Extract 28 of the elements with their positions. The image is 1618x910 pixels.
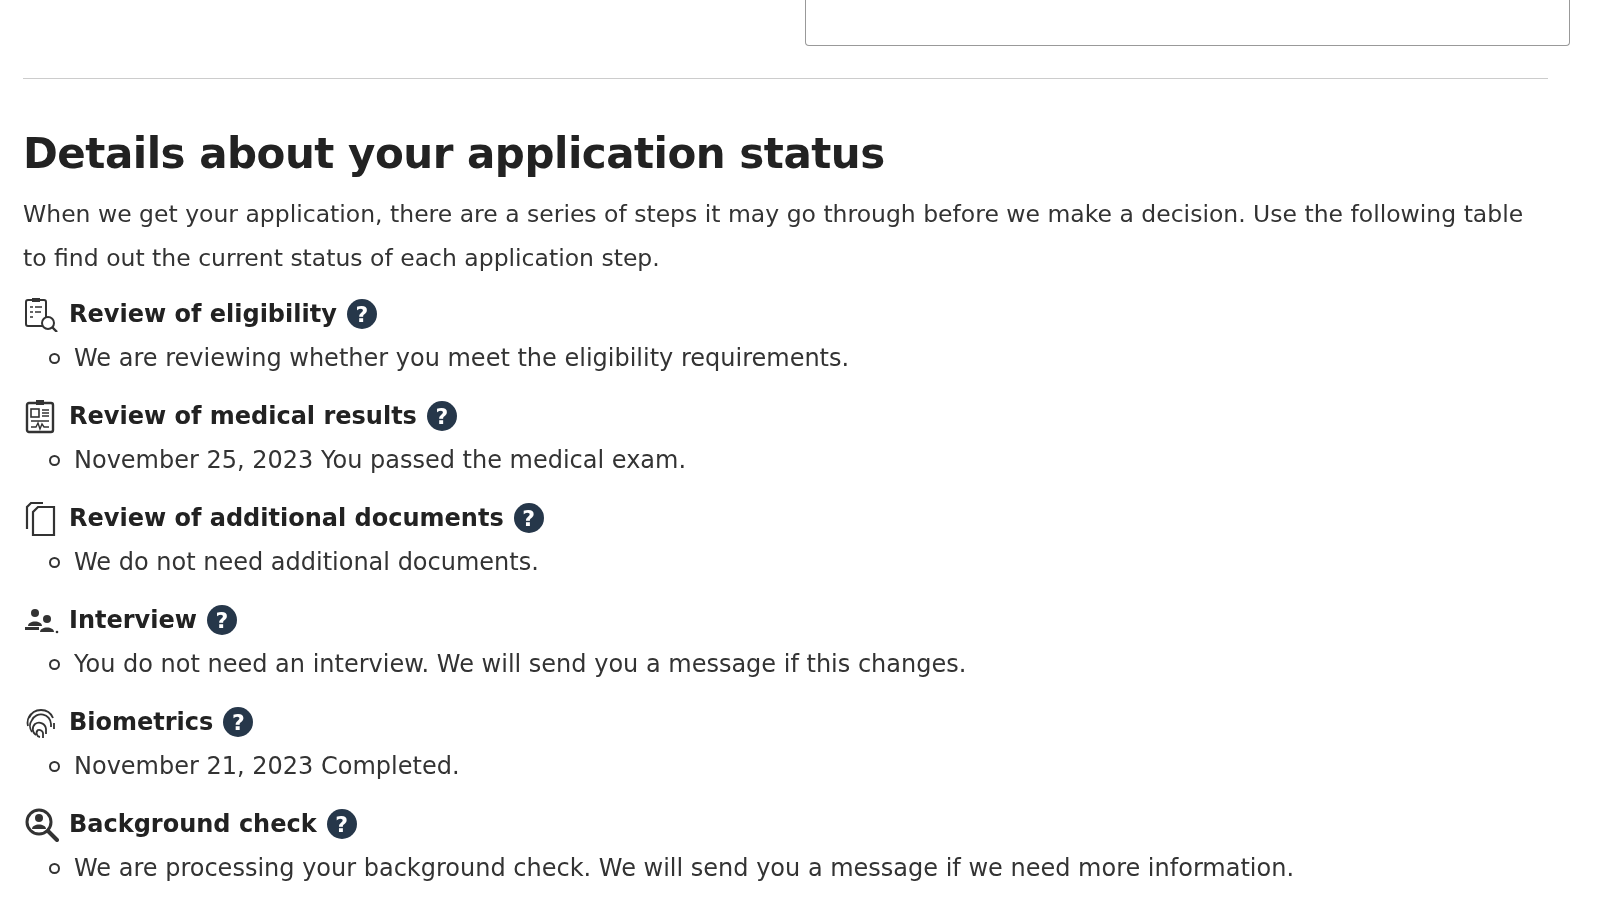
step-detail: We are reviewing whether you meet the eligibility requirements. xyxy=(74,343,850,374)
eligibility-icon xyxy=(23,296,59,332)
help-icon[interactable]: ? xyxy=(206,605,237,635)
step-title: Review of eligibility xyxy=(69,300,337,328)
step-detail: We do not need additional documents. xyxy=(74,547,539,578)
step-title: Interview xyxy=(69,606,197,634)
step-title: Review of medical results xyxy=(69,402,417,430)
help-icon[interactable]: ? xyxy=(513,503,544,533)
background-icon xyxy=(23,806,59,842)
step-detail: You do not need an interview. We will send you a message if this changes. xyxy=(74,649,967,680)
bullet-icon xyxy=(49,352,60,364)
bullet-icon xyxy=(49,658,60,670)
step-detail: November 25, 2023 You passed the medical exam. xyxy=(74,445,687,476)
step-title: Background check xyxy=(69,810,317,838)
help-icon[interactable]: ? xyxy=(426,401,457,431)
step-detail: We are processing your background check. We will send you a message if we need more information. xyxy=(74,853,1294,884)
section-heading: Details about your application status xyxy=(23,129,886,178)
intro-paragraph: When we get your application, there are a series of steps it may go through before we make a decision. Use the following table to find out the current status of each application step. xyxy=(23,199,1525,274)
step-detail: November 21, 2023 Completed. xyxy=(74,751,460,782)
bullet-icon xyxy=(49,556,60,568)
bullet-icon xyxy=(49,454,60,466)
step-title: Review of additional documents xyxy=(69,504,504,532)
bullet-icon xyxy=(49,862,60,874)
bullet-icon xyxy=(49,760,60,772)
help-icon[interactable]: ? xyxy=(223,707,254,737)
help-icon[interactable]: ? xyxy=(326,809,357,839)
help-icon[interactable]: ? xyxy=(346,299,377,329)
step-title: Biometrics xyxy=(69,708,214,736)
